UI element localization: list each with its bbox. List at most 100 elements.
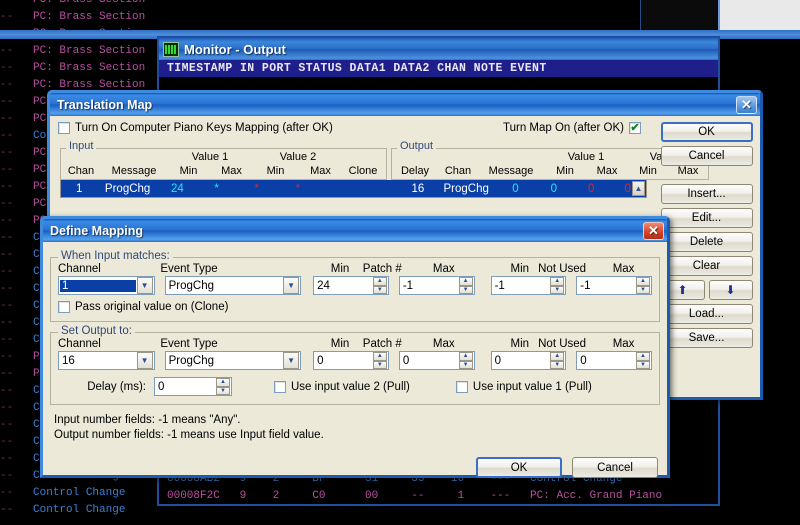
checkbox-box[interactable]: [58, 122, 70, 134]
label-input-max1: Max: [432, 263, 455, 275]
col-input-v2min: Min: [266, 165, 285, 177]
col-input-v1max: Max: [221, 165, 242, 177]
input-value2-label: Value 2: [279, 151, 317, 163]
cell-output-message: ProgChg: [443, 182, 489, 195]
chevron-down-icon[interactable]: ▼: [283, 277, 300, 294]
monitor-title-bar[interactable]: Monitor - Output: [159, 38, 718, 60]
input-group-label: Input: [66, 140, 97, 152]
delay-spinner[interactable]: 0 ▲ ▼: [154, 377, 232, 396]
spinner-arrows-icon[interactable]: ▲ ▼: [636, 352, 650, 369]
save-button[interactable]: Save...: [660, 328, 753, 348]
input-group: Input Value 1 Value 2 Chan Message Min M…: [60, 140, 387, 180]
scroll-up-arrow-icon[interactable]: ▲: [632, 181, 645, 196]
chevron-down-icon[interactable]: ▼: [136, 277, 153, 294]
load-button[interactable]: Load...: [660, 304, 753, 324]
label-input-max2: Max: [612, 263, 635, 275]
output-event-type-value: ProgChg: [168, 354, 215, 367]
move-down-button[interactable]: ⬇: [708, 280, 753, 300]
output-max2-spinner[interactable]: 0 ▲ ▼: [576, 351, 652, 370]
checkbox-box[interactable]: [58, 301, 70, 313]
label-output-notused: Not Used: [538, 338, 587, 350]
delay-label: Delay (ms):: [87, 380, 146, 393]
piano-keys-mapping-checkbox[interactable]: Turn On Computer Piano Keys Mapping (aft…: [58, 122, 333, 134]
spinner-arrows-icon[interactable]: ▲ ▼: [372, 277, 387, 294]
spinner-arrows-icon[interactable]: ▲ ▼: [550, 352, 565, 369]
edit-button[interactable]: Edit...: [660, 208, 753, 228]
output-channel-combo[interactable]: 16 ▼: [58, 351, 155, 370]
col-input-message: Message: [111, 165, 157, 177]
define-mapping-title-bar[interactable]: Define Mapping ✕: [43, 219, 667, 242]
input-mid1-spinner[interactable]: -1 ▲ ▼: [398, 276, 475, 295]
use-input-value-2-checkbox[interactable]: Use input value 2 (Pull): [274, 380, 410, 393]
input-column-header-row: Chan Message Min Max Min Max Clone: [61, 163, 386, 179]
col-input-clone: Clone: [348, 165, 378, 177]
col-input-v2max: Max: [310, 165, 331, 177]
spinner-arrows-icon[interactable]: ▲ ▼: [372, 352, 387, 369]
close-icon[interactable]: ✕: [736, 95, 757, 114]
output-min1-spinner[interactable]: 0 ▲ ▼: [313, 351, 389, 370]
output-note-text: Output number fields: -1 means use Input…: [54, 429, 324, 441]
console-line: -- Control Change: [0, 504, 126, 516]
cancel-button[interactable]: Cancel: [660, 146, 753, 166]
output-event-type-combo[interactable]: ProgChg ▼: [164, 351, 302, 370]
label-input-event-type: Event Type: [160, 263, 218, 275]
chevron-down-icon[interactable]: ▼: [136, 352, 153, 369]
input-event-type-value: ProgChg: [168, 279, 215, 292]
output-section-legend: Set Output to:: [58, 325, 135, 337]
delete-button[interactable]: Delete: [660, 232, 753, 252]
col-output-chan: Chan: [444, 165, 472, 177]
input-min2-spinner[interactable]: -1 ▲ ▼: [490, 276, 567, 295]
console-line: -- PC: Brass Section: [0, 0, 146, 6]
spinner-arrows-icon[interactable]: ▲ ▼: [636, 277, 650, 294]
define-mapping-dialog[interactable]: Define Mapping ✕ When Input matches: Cha…: [40, 216, 670, 478]
white-texture-block: [718, 0, 800, 30]
turn-map-on-checkbox[interactable]: Turn Map On (after OK): [503, 122, 641, 134]
close-icon[interactable]: ✕: [643, 221, 664, 240]
define-ok-button[interactable]: OK: [476, 457, 562, 478]
output-mid1-spinner[interactable]: 0 ▲ ▼: [398, 351, 475, 370]
col-output-v1max: Max: [596, 165, 618, 177]
output-min2-spinner[interactable]: 0 ▲ ▼: [490, 351, 567, 370]
spinner-arrows-icon[interactable]: ▲ ▼: [458, 352, 473, 369]
clear-button[interactable]: Clear: [660, 256, 753, 276]
input-event-type-combo[interactable]: ProgChg ▼: [164, 276, 302, 295]
checkbox-box[interactable]: [455, 380, 468, 393]
console-line: -- PC: Brass Section: [0, 11, 146, 23]
input-mid1-value: -1: [402, 279, 414, 292]
cell-input-v1min: 24: [170, 182, 184, 195]
define-mapping-footer-buttons: OK Cancel: [476, 457, 658, 478]
cell-input-message: ProgChg: [104, 182, 151, 195]
define-mapping-title-text: Define Mapping: [50, 223, 144, 238]
cell-output-v1max: 0: [550, 182, 558, 195]
spinner-arrows-icon[interactable]: ▲ ▼: [458, 277, 473, 294]
use-input-value-2-label: Use input value 2 (Pull): [291, 380, 410, 393]
chevron-down-icon[interactable]: ▼: [283, 352, 300, 369]
spinner-arrows-icon[interactable]: ▲ ▼: [550, 277, 565, 294]
label-input-notused: Not Used: [538, 263, 587, 275]
monitor-title-text: Monitor - Output: [184, 41, 286, 57]
input-match-section: When Input matches: Channel Event Type M…: [50, 250, 660, 322]
turn-map-on-label: Turn Map On (after OK): [503, 122, 624, 134]
table-row[interactable]: 1 ProgChg 24 * * * 16 ProgChg 0 0 0 0: [61, 180, 646, 197]
label-output-patch: Patch #: [362, 338, 402, 350]
input-max2-spinner[interactable]: -1 ▲ ▼: [576, 276, 652, 295]
output-group-label: Output: [397, 140, 437, 152]
define-cancel-button[interactable]: Cancel: [572, 457, 658, 478]
use-input-value-1-checkbox[interactable]: Use input value 1 (Pull): [455, 380, 592, 393]
label-output-event-type: Event Type: [160, 338, 218, 350]
label-output-min1: Min: [330, 338, 350, 350]
input-min1-spinner[interactable]: 24 ▲ ▼: [313, 276, 389, 295]
translation-map-title-bar[interactable]: Translation Map ✕: [50, 93, 760, 116]
checkbox-box[interactable]: [274, 380, 286, 393]
input-section-legend: When Input matches:: [58, 250, 173, 262]
console-line: -- PC: Brass Section: [0, 62, 146, 74]
clone-checkbox[interactable]: Pass original value on (Clone): [58, 301, 652, 313]
input-channel-combo[interactable]: 1 ▼: [58, 276, 155, 295]
ok-button[interactable]: OK: [660, 122, 753, 142]
monitor-column-header: TIMESTAMP IN PORT STATUS DATA1 DATA2 CHA…: [159, 60, 718, 77]
spinner-arrows-icon[interactable]: ▲ ▼: [216, 378, 230, 395]
checkbox-box[interactable]: [629, 122, 641, 134]
input-max2-value: -1: [580, 279, 591, 292]
insert-button[interactable]: Insert...: [660, 184, 753, 204]
monitor-leds-icon: [163, 41, 179, 57]
